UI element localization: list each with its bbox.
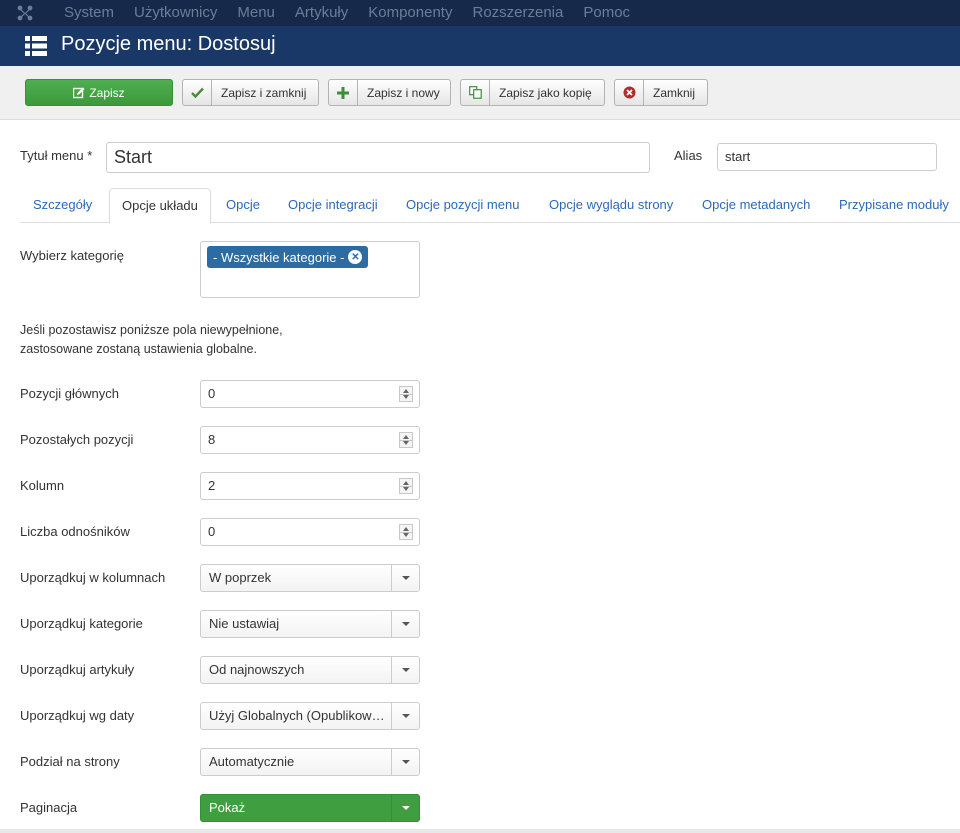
category-chip: - Wszystkie kategorie - ✕ [207, 246, 369, 268]
intro-items-value: 8 [208, 432, 216, 447]
joomla-logo-icon[interactable] [0, 0, 50, 26]
alias-input[interactable]: start [717, 143, 937, 171]
multi-column-order-label: Uporządkuj w kolumnach [20, 570, 166, 585]
tab-menu-item-options[interactable]: Opcje pozycji menu [406, 188, 519, 223]
date-order-value: Użyj Globalnych (Opublikowany) [209, 708, 389, 723]
save-new-button[interactable]: Zapisz i nowy [328, 79, 451, 106]
alias-label: Alias [674, 148, 703, 163]
chevron-down-icon [391, 795, 419, 821]
category-order-value: Nie ustawiaj [209, 616, 280, 631]
chevron-down-icon [391, 657, 419, 683]
chevron-down-icon [391, 611, 419, 637]
links-count-value: 0 [208, 524, 216, 539]
date-order-select[interactable]: Użyj Globalnych (Opublikowany) [200, 702, 420, 730]
tab-details[interactable]: Szczegóły [33, 188, 92, 223]
columns-input[interactable]: 2 [200, 472, 420, 500]
multi-column-order-value: W poprzek [209, 570, 272, 585]
save-button[interactable]: Zapisz [25, 79, 173, 106]
links-count-input[interactable]: 0 [200, 518, 420, 546]
columns-label: Kolumn [20, 478, 65, 493]
article-order-select[interactable]: Od najnowszych [200, 656, 420, 684]
number-spinner[interactable] [399, 478, 413, 494]
page-title: Pozycje menu: Dostosuj [61, 32, 276, 55]
check-icon [183, 80, 212, 105]
list-icon [25, 36, 47, 56]
copy-icon [461, 80, 490, 105]
toolbar: Zapisz Zapisz i zamknij Zapisz i nowy Za… [0, 66, 960, 120]
note-line-2: zastosowane zostaną ustawienia globalne. [20, 342, 257, 356]
leading-items-value: 0 [208, 386, 216, 401]
close-button[interactable]: Zamknij [614, 79, 708, 106]
tab-bar: Szczegóły Opcje układu Opcje Opcje integ… [20, 188, 960, 224]
category-order-select[interactable]: Nie ustawiaj [200, 610, 420, 638]
pagination-mode-value: Automatycznie [209, 754, 295, 769]
title-label: Tytuł menu * [20, 148, 93, 163]
intro-items-label: Pozostałych pozycji [20, 432, 134, 447]
nav-menu[interactable]: Menu [237, 0, 275, 26]
leading-items-label: Pozycji głównych [20, 386, 119, 401]
page-header: Pozycje menu: Dostosuj [0, 26, 960, 66]
leading-items-input[interactable]: 0 [200, 380, 420, 408]
article-order-label: Uporządkuj artykuły [20, 662, 135, 677]
category-chip-label: - Wszystkie kategorie - [213, 249, 345, 265]
links-count-label: Liczba odnośników [20, 524, 130, 539]
date-order-label: Uporządkuj wg daty [20, 708, 135, 723]
tab-options[interactable]: Opcje [226, 188, 260, 223]
plus-icon [329, 80, 358, 105]
nav-help[interactable]: Pomoc [583, 0, 630, 26]
tab-metadata-options[interactable]: Opcje metadanych [702, 188, 810, 223]
remove-chip-icon[interactable]: ✕ [348, 250, 363, 264]
nav-components[interactable]: Komponenty [368, 0, 452, 26]
number-spinner[interactable] [399, 524, 413, 540]
category-select[interactable]: - Wszystkie kategorie - ✕ [200, 241, 420, 298]
chevron-down-icon [391, 565, 419, 591]
columns-value: 2 [208, 478, 216, 493]
bottom-edge [0, 829, 960, 833]
nav-users[interactable]: Użytkownicy [134, 0, 217, 26]
title-input[interactable]: Start [106, 142, 650, 173]
global-settings-note: Jeśli pozostawisz poniższe pola niewypeł… [20, 321, 283, 359]
nav-extensions[interactable]: Rozszerzenia [472, 0, 563, 26]
tab-layout-options[interactable]: Opcje układu [109, 188, 211, 224]
tab-page-display-options[interactable]: Opcje wyglądu strony [549, 188, 673, 223]
nav-articles[interactable]: Artykuły [295, 0, 348, 26]
article-order-value: Od najnowszych [209, 662, 305, 677]
save-copy-button[interactable]: Zapisz jako kopię [460, 79, 605, 106]
pagination-select[interactable]: Pokaż [200, 794, 420, 822]
number-spinner[interactable] [399, 386, 413, 402]
nav-system[interactable]: System [64, 0, 114, 26]
note-line-1: Jeśli pozostawisz poniższe pola niewypeł… [20, 323, 283, 337]
category-order-label: Uporządkuj kategorie [20, 616, 143, 631]
tab-assigned-modules[interactable]: Przypisane moduły [839, 188, 949, 223]
pagination-mode-label: Podział na strony [20, 754, 120, 769]
edit-icon [73, 80, 85, 105]
chevron-down-icon [391, 703, 419, 729]
intro-items-input[interactable]: 8 [200, 426, 420, 454]
top-navbar: System Użytkownicy Menu Artykuły Kompone… [0, 0, 960, 26]
category-label: Wybierz kategorię [20, 248, 124, 263]
number-spinner[interactable] [399, 432, 413, 448]
multi-column-order-select[interactable]: W poprzek [200, 564, 420, 592]
pagination-label: Paginacja [20, 800, 78, 815]
save-close-button[interactable]: Zapisz i zamknij [182, 79, 319, 106]
pagination-value: Pokaż [209, 800, 246, 815]
tab-integration-options[interactable]: Opcje integracji [288, 188, 378, 223]
cancel-icon [615, 80, 644, 105]
chevron-down-icon [391, 749, 419, 775]
pagination-mode-select[interactable]: Automatycznie [200, 748, 420, 776]
